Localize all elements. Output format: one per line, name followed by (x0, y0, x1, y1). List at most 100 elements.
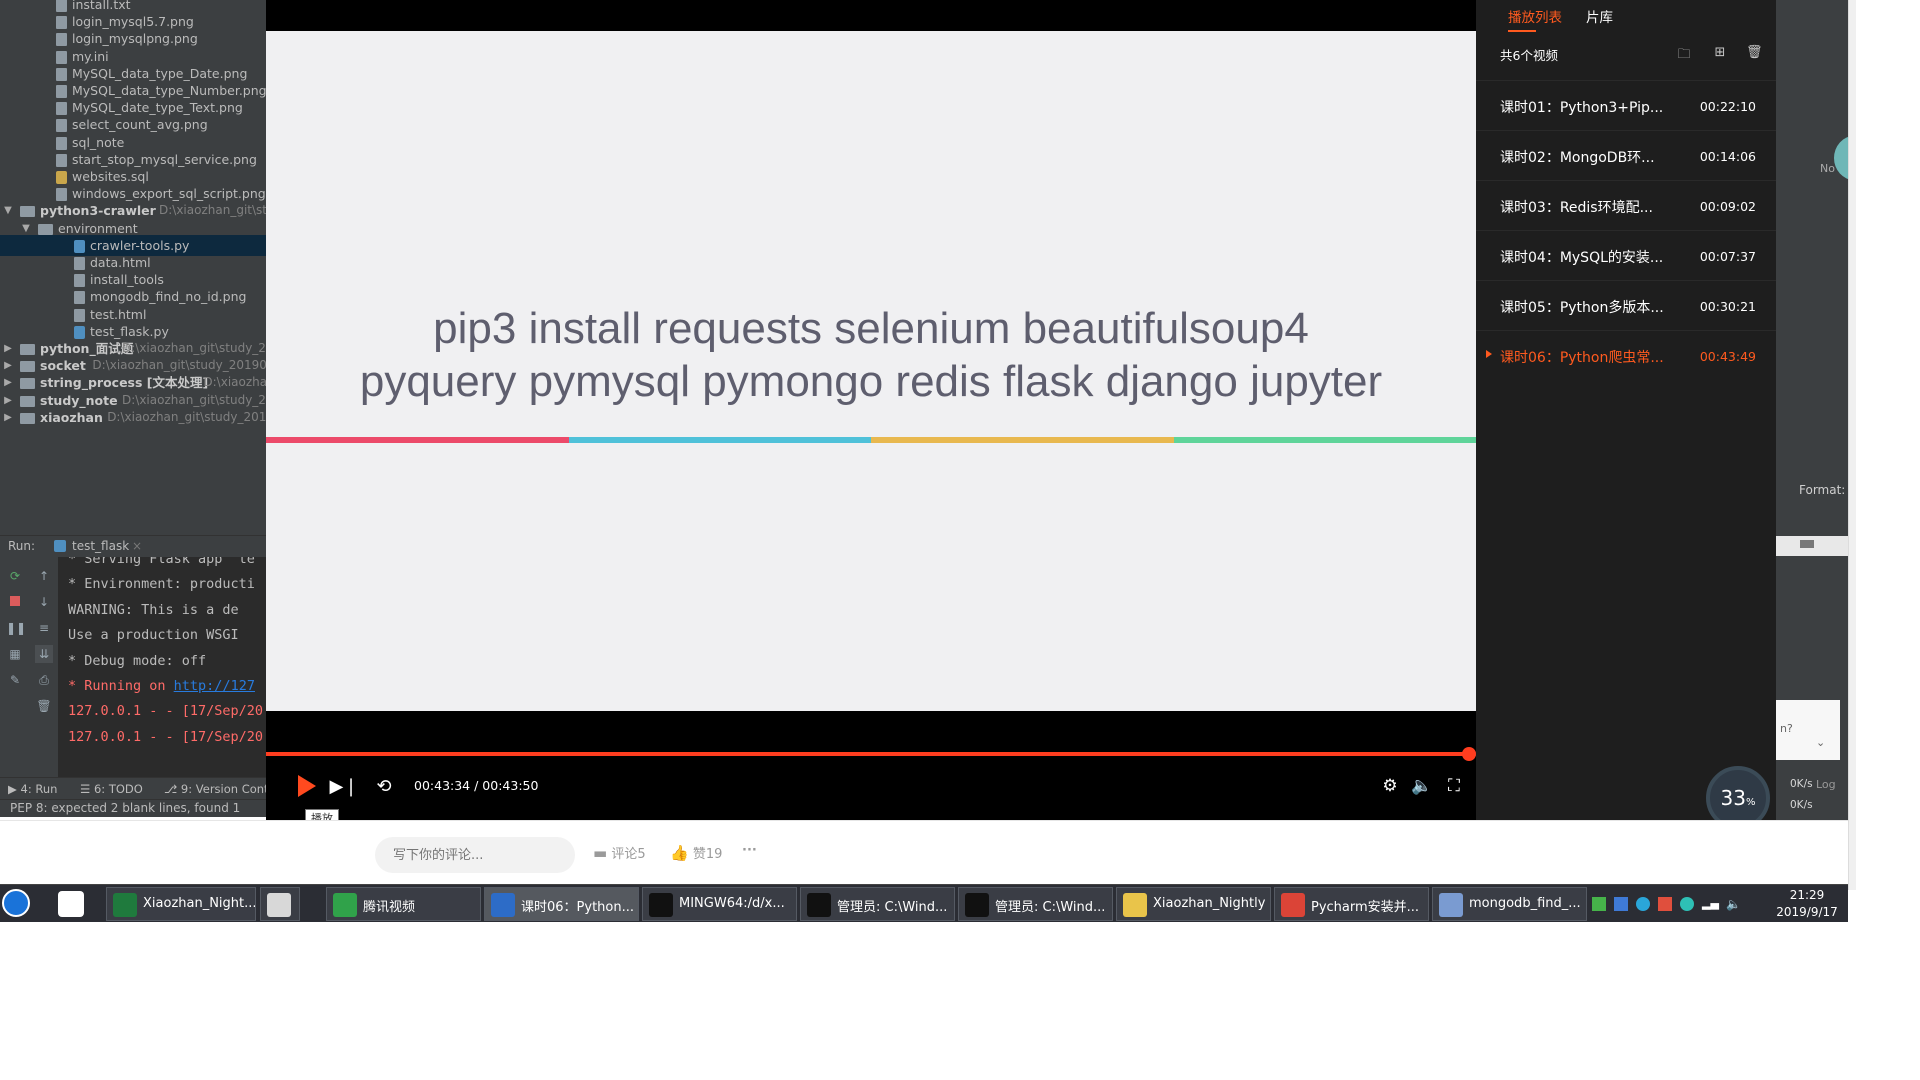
console-line: 127.0.0.1 - - [17/Sep/20 (68, 703, 264, 720)
volume-button[interactable]: 🔈 (1410, 770, 1434, 802)
console-line: * Serving Flask app "te (68, 557, 255, 567)
app-icon (1281, 893, 1305, 917)
bg-circle (1834, 136, 1848, 180)
video-frame[interactable]: pip3 install requests selenium beautiful… (266, 31, 1476, 711)
console-link[interactable]: http://127 (174, 678, 255, 694)
tab-playlist[interactable]: 播放列表 (1508, 6, 1562, 26)
taskbar-button[interactable]: 课时06：Python... (484, 887, 639, 921)
sql-file-icon (56, 171, 67, 184)
network-percent: 33% (1720, 786, 1756, 810)
playlist-item[interactable]: 课时02：MongoDB环... 00:14:06 (1476, 130, 1776, 180)
taskbar-button[interactable]: mongodb_find_... (1432, 887, 1587, 921)
stop-icon[interactable] (6, 593, 24, 611)
file-icon (56, 67, 67, 81)
file-icon (74, 274, 85, 288)
taskbar-button-label: 管理员: C:\Wind... (837, 900, 948, 915)
tray-play-icon[interactable] (1592, 897, 1606, 911)
folder-icon (20, 361, 35, 373)
background-scrollbar[interactable] (1848, 0, 1856, 890)
start-button[interactable] (2, 889, 30, 917)
bg-label-no: No (1820, 162, 1835, 175)
bg-label-log: Log (1816, 778, 1836, 791)
taskbar-button[interactable]: 管理员: C:\Wind... (958, 887, 1113, 921)
playlist-item-title: 课时05：Python多版本... (1500, 300, 1664, 316)
layout-icon[interactable]: ▦ (6, 645, 24, 663)
folder-icon (20, 344, 35, 355)
volume-icon[interactable]: 🔈 (1726, 897, 1741, 911)
tab-run[interactable]: ▶ 4: Run (8, 782, 57, 796)
fullscreen-button[interactable]: ⛶ (1442, 770, 1466, 802)
trash-icon[interactable]: 🗑 (35, 697, 53, 715)
network-icon[interactable]: ▂▄ (1702, 897, 1719, 911)
taskbar-button-label: mongodb_find_... (1469, 896, 1581, 911)
chevron-down-icon[interactable]: ⌄ (1816, 736, 1825, 749)
playlist-item[interactable]: 课时04：MySQL的安装... 00:07:37 (1476, 230, 1776, 280)
taskbar-button-label: 课时06：Python... (521, 900, 635, 915)
clock-time: 21:29 (1789, 888, 1825, 902)
time-readout: 00:43:34 / 00:43:50 (414, 778, 539, 793)
pin-icon[interactable]: ✎ (6, 671, 24, 689)
loop-button[interactable]: ⟲ (370, 770, 398, 802)
playlist-item[interactable]: 课时03：Redis环境配... 00:09:02 (1476, 180, 1776, 230)
ide-status-bar: PEP 8: expected 2 blank lines, found 1 (0, 799, 266, 817)
tray-shield-icon[interactable] (1636, 897, 1650, 911)
print-icon[interactable]: ⎙ (35, 671, 53, 689)
next-button[interactable]: ▶❘ (330, 770, 359, 802)
tab-version-control[interactable]: ⎇ 9: Version Contr (164, 782, 273, 796)
playlist-item-title: 课时04：MySQL的安装... (1500, 250, 1664, 266)
folder-open-icon[interactable]: 🗀 (1676, 45, 1692, 62)
run-label: Run: (8, 539, 36, 553)
comment-button[interactable]: ▬ 评论5 (593, 843, 646, 862)
settings-button[interactable]: ⚙ (1378, 770, 1402, 802)
playlist-panel: 播放列表 片库 共6个视频 🗀 ⊞ 🗑 课时01：Python3+Pip... 0… (1476, 0, 1776, 820)
soft-wrap-icon[interactable]: ≡ (35, 619, 53, 637)
taskbar-button[interactable]: Pycharm安装并... (1274, 887, 1429, 921)
up-arrow-icon[interactable]: ↑ (35, 567, 53, 585)
run-tab-test-flask[interactable]: test_flask (72, 539, 129, 553)
add-folder-icon[interactable]: ⊞ (1712, 45, 1728, 60)
comment-input[interactable] (375, 837, 575, 873)
pause-icon[interactable]: ❚❚ (6, 619, 26, 637)
taskbar-button[interactable]: Xiaozhan_Nightly (1116, 887, 1271, 921)
more-button[interactable]: ··· (742, 843, 757, 858)
rerun-icon[interactable]: ⟳ (6, 567, 24, 585)
folder-icon (20, 395, 35, 407)
play-button[interactable] (292, 770, 322, 802)
playlist-item[interactable]: 课时06：Python爬虫常... 00:43:49 (1476, 330, 1776, 380)
taskbar-button[interactable]: Xiaozhan_Night... (106, 887, 256, 921)
bg-label-n: n? (1780, 722, 1793, 735)
playlist-item-title: 课时02：MongoDB环... (1500, 150, 1655, 166)
thumbs-up-icon: 👍 (670, 844, 689, 862)
run-panel-header: Run: test_flask × (0, 535, 266, 557)
like-button[interactable]: 👍 赞19 (670, 843, 722, 862)
playlist-item-duration: 00:09:02 (1699, 199, 1756, 214)
playlist-item[interactable]: 课时05：Python多版本... 00:30:21 (1476, 280, 1776, 330)
tray-alert-icon[interactable] (1658, 897, 1672, 911)
taskbar-button[interactable]: 管理员: C:\Wind... (800, 887, 955, 921)
close-icon[interactable]: × (132, 539, 142, 553)
scroll-to-end-icon[interactable]: ⇊ (35, 645, 53, 663)
tray-app-icon[interactable] (1614, 897, 1628, 911)
app-icon (649, 893, 673, 917)
file-icon (56, 33, 67, 47)
comment-icon: ▬ (593, 844, 608, 862)
tab-todo[interactable]: ☰ 6: TODO (80, 782, 143, 796)
file-icon (74, 257, 85, 270)
volume-icon: 🔈 (1411, 776, 1433, 796)
down-arrow-icon[interactable]: ↓ (35, 593, 53, 611)
taskbar-button[interactable]: MINGW64:/d/x... (642, 887, 797, 921)
app-icon (333, 893, 357, 917)
taskbar-button[interactable] (260, 887, 300, 921)
tray-sync-icon[interactable] (1680, 897, 1694, 911)
progress-handle[interactable] (1462, 747, 1477, 761)
taskbar-button[interactable]: 腾讯视频 (326, 887, 481, 921)
video-player[interactable]: pip3 install requests selenium beautiful… (266, 0, 1477, 820)
clock-date: 2019/9/17 (1776, 905, 1838, 919)
trash-icon[interactable]: 🗑 (1746, 45, 1763, 60)
progress-bar[interactable] (266, 747, 1477, 761)
app-launcher-icon[interactable] (58, 891, 84, 917)
playlist-item[interactable]: 课时01：Python3+Pip... 00:22:10 (1476, 80, 1776, 130)
tray-clock[interactable]: 21:29 2019/9/17 (1774, 887, 1840, 921)
tab-library[interactable]: 片库 (1586, 6, 1613, 26)
tree-folder[interactable] (0, 424, 266, 445)
